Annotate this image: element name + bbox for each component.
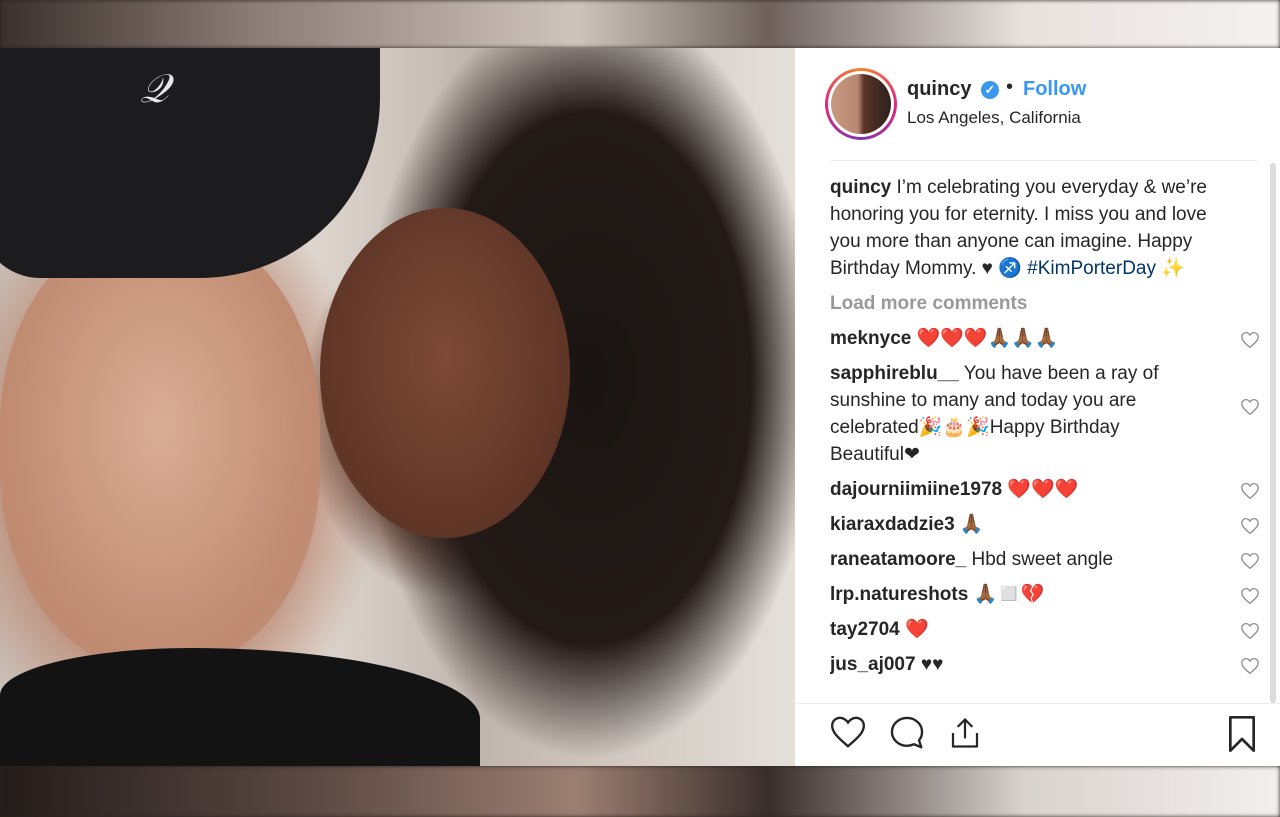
post-panel: quincy ✓ • Follow Los Angeles, Californi… bbox=[795, 48, 1280, 766]
comment-text: ❤️❤️❤️ bbox=[1002, 479, 1079, 500]
comment-username[interactable]: dajourniimiine1978 bbox=[830, 479, 1002, 500]
header-divider bbox=[830, 160, 1258, 161]
avatar-border bbox=[828, 71, 894, 137]
verified-badge-icon: ✓ bbox=[981, 81, 999, 99]
comment-item: jus_aj007 ♥♥ bbox=[830, 651, 1260, 678]
comment-like-heart-icon[interactable] bbox=[1240, 587, 1260, 605]
comment-like-heart-icon[interactable] bbox=[1240, 622, 1260, 640]
post-photo: 𝒬 bbox=[0, 48, 795, 766]
cap-logo: 𝒬 bbox=[140, 66, 169, 112]
caption-hashtag[interactable]: #KimPorterDay bbox=[1027, 258, 1156, 279]
comment-item: sapphireblu__ You have been a ray of sun… bbox=[830, 360, 1260, 468]
header-separator: • bbox=[1006, 76, 1014, 98]
comment-text: 🙏🏾 bbox=[954, 514, 984, 535]
location-link[interactable]: Los Angeles, California bbox=[907, 108, 1081, 128]
photo-woman-face bbox=[320, 208, 570, 538]
comment-text: ❤️ bbox=[899, 619, 929, 640]
photo-cap bbox=[0, 48, 380, 278]
comment-username[interactable]: lrp.natureshots bbox=[830, 584, 968, 605]
blurred-backdrop-bottom bbox=[0, 766, 1280, 817]
comment-like-heart-icon[interactable] bbox=[1240, 482, 1260, 500]
comments-scrollbar[interactable] bbox=[1270, 163, 1276, 703]
comment-item: kiaraxdadzie3 🙏🏾 bbox=[830, 511, 1260, 538]
share-upload-icon[interactable] bbox=[947, 714, 983, 752]
comment-like-heart-icon[interactable] bbox=[1240, 517, 1260, 535]
avatar[interactable] bbox=[825, 68, 897, 140]
comment-username[interactable]: jus_aj007 bbox=[830, 654, 916, 675]
comment-like-heart-icon[interactable] bbox=[1240, 331, 1260, 349]
comment-text: Hbd sweet angle bbox=[966, 549, 1114, 570]
comment-username[interactable]: sapphireblu__ bbox=[830, 363, 959, 384]
comment-username[interactable]: meknyce bbox=[830, 328, 911, 349]
comment-username[interactable]: kiaraxdadzie3 bbox=[830, 514, 955, 535]
heart-icon[interactable] bbox=[829, 714, 867, 750]
header-username[interactable]: quincy bbox=[907, 78, 971, 101]
load-more-comments-button[interactable]: Load more comments bbox=[830, 290, 1260, 317]
comment-like-heart-icon[interactable] bbox=[1240, 552, 1260, 570]
comment-like-heart-icon[interactable] bbox=[1240, 657, 1260, 675]
comment-item: raneatamoore_ Hbd sweet angle bbox=[830, 546, 1260, 573]
blurred-backdrop-top bbox=[0, 0, 1280, 48]
caption-emoji: ✨ bbox=[1156, 258, 1185, 279]
comment-item: dajourniimiine1978 ❤️❤️❤️ bbox=[830, 476, 1260, 503]
comment-item: meknyce ❤️❤️❤️🙏🏾🙏🏾🙏🏾 bbox=[830, 325, 1260, 352]
avatar-image bbox=[831, 74, 891, 134]
comment-like-heart-icon[interactable] bbox=[1240, 398, 1260, 416]
comment-item: tay2704 ❤️ bbox=[830, 616, 1260, 643]
comment-text: 🙏🏾◻️💔 bbox=[968, 584, 1045, 605]
comment-text: ❤️❤️❤️🙏🏾🙏🏾🙏🏾 bbox=[911, 328, 1059, 349]
caption-username[interactable]: quincy bbox=[830, 177, 891, 198]
comment-bubble-icon[interactable] bbox=[888, 714, 926, 752]
comment-username[interactable]: tay2704 bbox=[830, 619, 900, 640]
post-header: quincy ✓ • Follow Los Angeles, Californi… bbox=[795, 48, 1280, 160]
action-bar bbox=[795, 703, 1280, 767]
post-caption: quincy I’m celebrating you everyday & we… bbox=[830, 174, 1225, 282]
comments-list[interactable]: quincy I’m celebrating you everyday & we… bbox=[830, 174, 1260, 699]
follow-button[interactable]: Follow bbox=[1023, 78, 1086, 101]
bookmark-icon[interactable] bbox=[1225, 714, 1259, 754]
comment-item: lrp.natureshots 🙏🏾◻️💔 bbox=[830, 581, 1260, 608]
photo-man-face bbox=[0, 228, 320, 668]
comment-text: ♥♥ bbox=[915, 654, 944, 675]
comment-username[interactable]: raneatamoore_ bbox=[830, 549, 966, 570]
